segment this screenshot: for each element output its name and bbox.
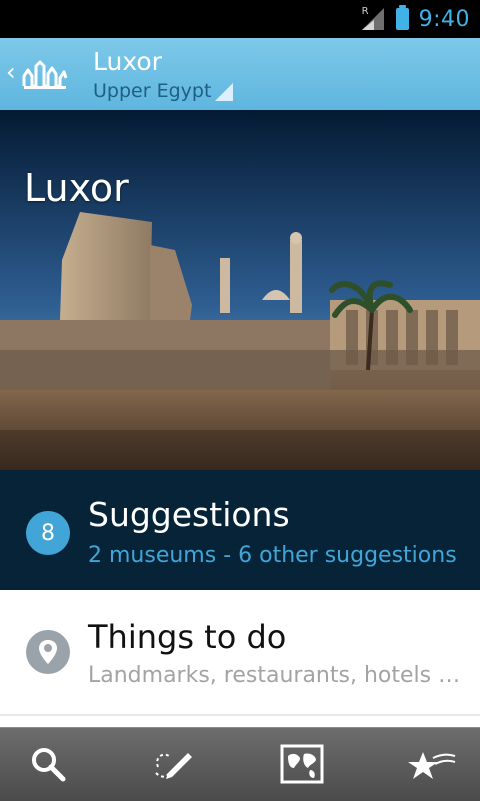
world-map-icon xyxy=(280,744,324,784)
action-bar-subtitle: Upper Egypt xyxy=(93,79,234,103)
subtitle-text: Upper Egypt xyxy=(93,80,212,102)
suggestions-title: Suggestions xyxy=(88,495,290,534)
status-bar: R 9:40 xyxy=(0,0,480,38)
action-bar: ‹ Luxor Upper Egypt xyxy=(0,38,480,111)
map-tab[interactable] xyxy=(272,738,332,790)
status-indicators: R 9:40 xyxy=(361,0,470,38)
map-pin-icon xyxy=(26,630,70,674)
suggestions-subtitle: 2 museums - 6 other suggestions xyxy=(88,543,457,568)
temple-photo-illustration xyxy=(0,110,480,470)
things-to-do-title: Things to do xyxy=(88,618,287,656)
clock: 9:40 xyxy=(418,6,470,32)
favorites-stars-icon xyxy=(408,752,456,779)
app-logo-icon[interactable] xyxy=(22,56,68,92)
location-selector[interactable]: Luxor Upper Egypt xyxy=(93,47,234,103)
dropdown-triangle-icon xyxy=(215,83,234,101)
favorites-tab[interactable] xyxy=(402,738,462,790)
things-to-do-subtitle: Landmarks, restaurants, hotels … xyxy=(88,663,461,688)
search-tab[interactable] xyxy=(18,738,78,790)
search-icon xyxy=(32,748,66,782)
signal-icon: R xyxy=(361,6,386,30)
hero-title: Luxor xyxy=(24,166,129,210)
edit-route-icon xyxy=(155,753,192,779)
hero-image[interactable]: Luxor xyxy=(0,110,480,470)
suggestions-count-badge: 8 xyxy=(26,511,70,555)
edit-route-tab[interactable] xyxy=(145,738,205,790)
bottom-tab-bar xyxy=(0,727,480,801)
action-bar-title: Luxor xyxy=(93,47,162,76)
roaming-label: R xyxy=(361,6,369,17)
battery-icon xyxy=(395,5,409,30)
back-chevron-icon[interactable]: ‹ xyxy=(6,60,16,84)
